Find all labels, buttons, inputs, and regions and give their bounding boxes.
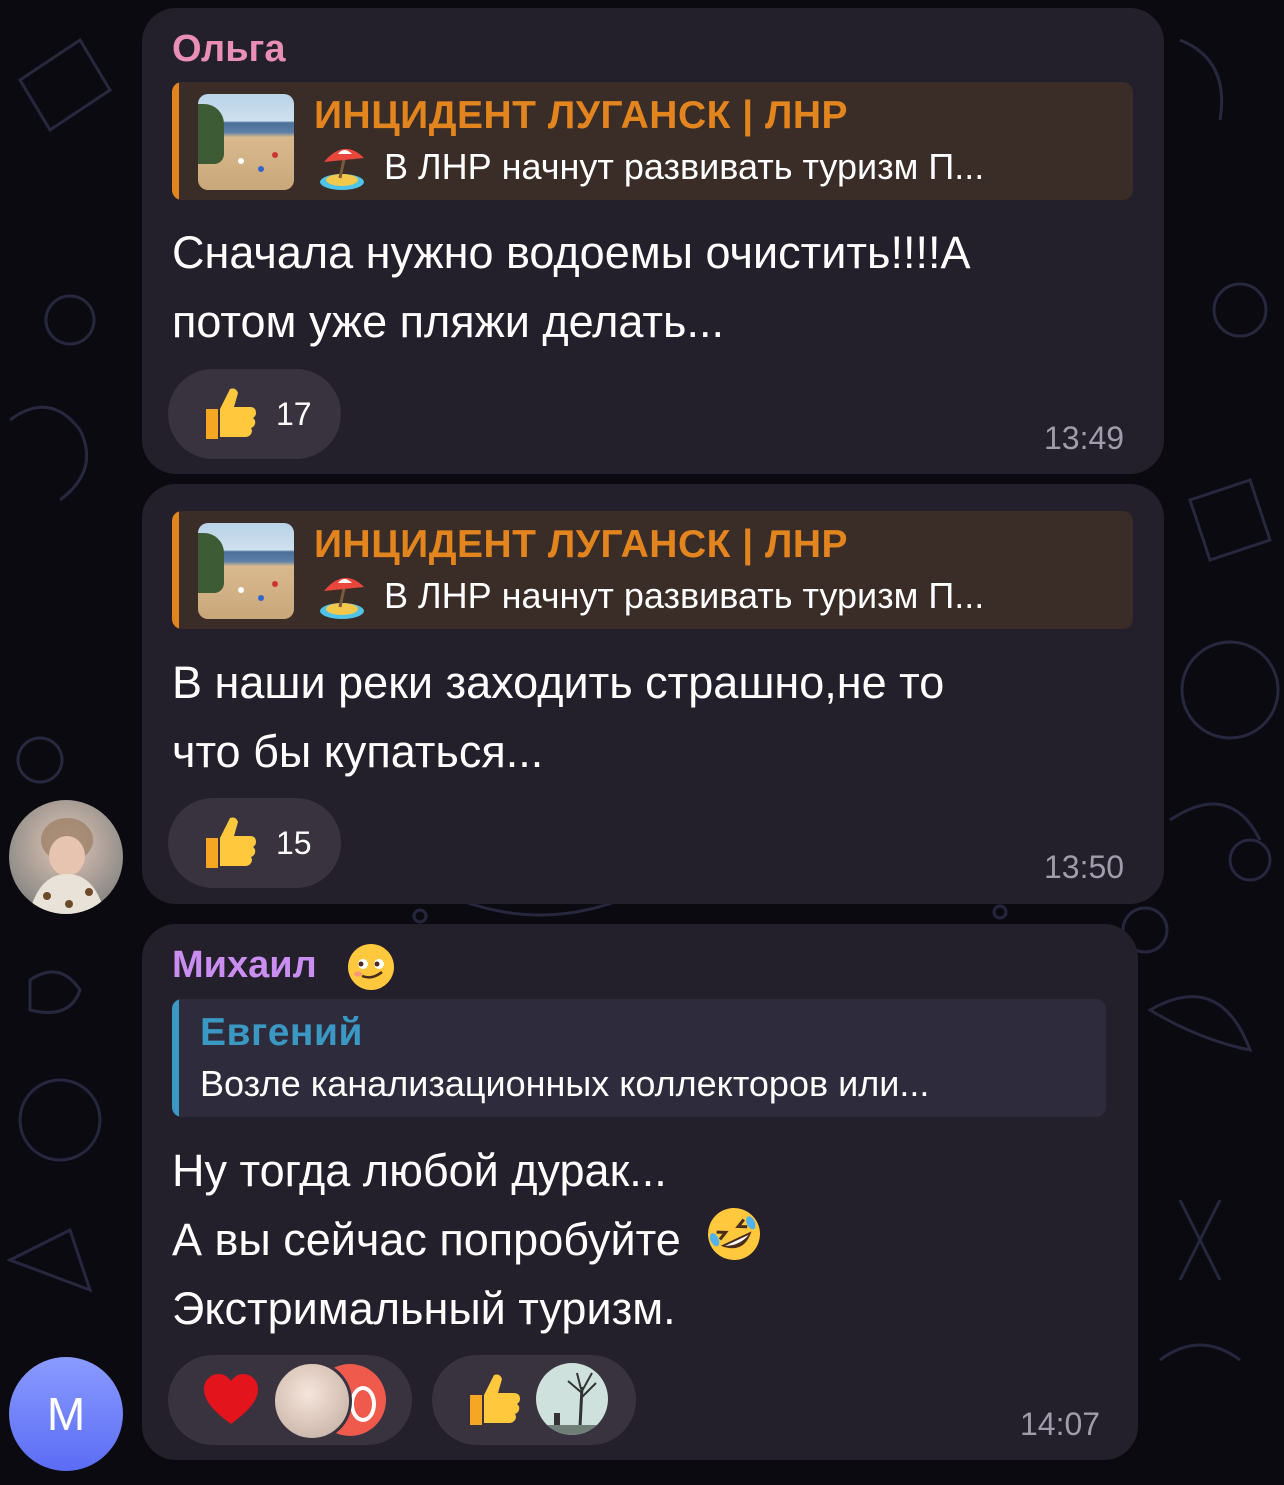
thumbs-up-icon xyxy=(200,812,260,872)
reply-accent-bar xyxy=(172,511,179,629)
reply-preview-text: Возле канализационных коллекторов или... xyxy=(200,1063,930,1104)
reply-quote[interactable]: ИНЦИДЕНТ ЛУГАНСК | ЛНР В ЛНР начнут разв… xyxy=(172,511,1133,629)
message-timestamp: 13:50 xyxy=(1044,849,1125,885)
reply-thumbnail-image xyxy=(198,523,294,619)
reply-quote[interactable]: ИНЦИДЕНТ ЛУГАНСК | ЛНР В ЛНР начнут разв… xyxy=(172,82,1133,200)
reply-channel-title: ИНЦИДЕНТ ЛУГАНСК | ЛНР xyxy=(314,94,849,137)
beach-umbrella-icon xyxy=(316,569,368,621)
avatar-photo xyxy=(29,818,105,914)
message-text-line: потом уже пляжи делать... xyxy=(172,296,724,347)
reaction-count: 17 xyxy=(276,396,312,432)
reaction-thumbs-up-button[interactable] xyxy=(432,1355,636,1445)
reply-author-name: Евгений xyxy=(200,1011,363,1054)
message-text: Сначала нужно водоемы очистить!!!!А пото… xyxy=(172,218,970,356)
message-text-line: Сначала нужно водоемы очистить!!!!А xyxy=(172,227,971,278)
reaction-heart-button[interactable] xyxy=(168,1355,412,1445)
message-text-line: А вы сейчас попробуйте xyxy=(172,1205,763,1274)
reply-preview-text: В ЛНР начнут развивать туризм П... xyxy=(384,146,985,187)
sender-avatar[interactable] xyxy=(9,800,123,914)
smirk-face-icon xyxy=(346,942,396,992)
red-heart-icon xyxy=(202,1372,260,1428)
reply-preview-text: В ЛНР начнут развивать туризм П... xyxy=(384,575,985,616)
message-text: Ну тогда любой дурак... А вы сейчас попр… xyxy=(172,1136,763,1343)
sender-avatar[interactable]: М xyxy=(9,1357,123,1471)
sender-name[interactable]: Михаил xyxy=(172,944,317,987)
message-timestamp: 14:07 xyxy=(1020,1406,1101,1442)
thumbs-up-icon xyxy=(200,383,260,443)
message-text-line: В наши реки заходить страшно,не то xyxy=(172,657,945,708)
reply-accent-bar xyxy=(172,999,179,1117)
avatar-initial: М xyxy=(46,1388,86,1440)
reactor-avatar-blurred xyxy=(272,1361,352,1441)
thumbs-up-icon xyxy=(464,1369,524,1429)
beach-umbrella-icon xyxy=(316,140,368,192)
reaction-count: 15 xyxy=(276,825,312,861)
reply-quote[interactable]: Евгений Возле канализационных коллекторо… xyxy=(172,999,1106,1117)
sender-name[interactable]: Ольга xyxy=(172,28,286,71)
message-text-line: Ну тогда любой дурак... xyxy=(172,1145,667,1196)
reply-channel-title: ИНЦИДЕНТ ЛУГАНСК | ЛНР xyxy=(314,523,849,566)
message-timestamp: 13:49 xyxy=(1044,420,1125,456)
message-text-line: Экстримальный туризм. xyxy=(172,1283,676,1334)
message-text: В наши реки заходить страшно,не то что б… xyxy=(172,648,944,786)
reactor-avatar-tree xyxy=(536,1363,608,1435)
reaction-thumbs-up-button[interactable]: 17 xyxy=(168,369,341,459)
message-text-line: что бы купаться... xyxy=(172,726,544,777)
message-text-line: А вы сейчас попробуйте xyxy=(172,1214,681,1265)
reply-thumbnail-image xyxy=(198,94,294,190)
reaction-thumbs-up-button[interactable]: 15 xyxy=(168,798,341,888)
reply-accent-bar xyxy=(172,82,179,200)
rofl-icon xyxy=(705,1205,763,1263)
